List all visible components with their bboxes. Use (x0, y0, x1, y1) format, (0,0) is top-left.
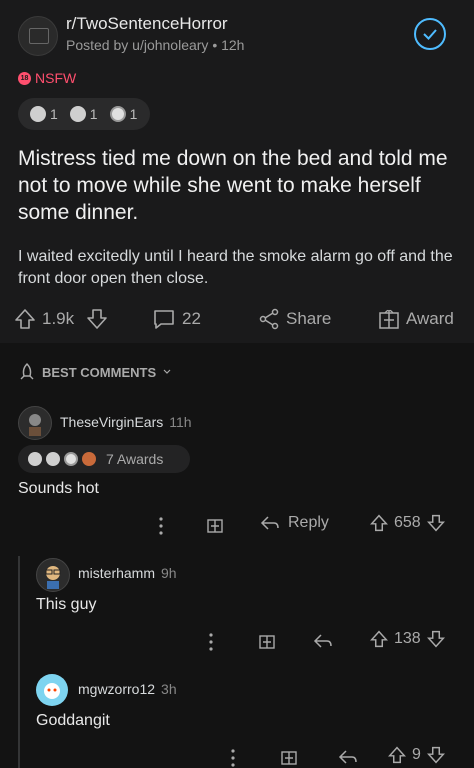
share-icon (258, 308, 280, 330)
comment-username[interactable]: TheseVirginEars (60, 414, 163, 430)
comment-username[interactable]: mgwzorro12 (78, 681, 155, 697)
comment-text: This guy (36, 596, 97, 613)
comment-actions: 138 (200, 630, 460, 654)
reply-icon[interactable] (338, 748, 358, 766)
upvote-icon[interactable] (370, 514, 388, 532)
comment-header: misterhamm 9h (78, 565, 177, 581)
award-poop-icon (82, 452, 96, 466)
upvote-icon[interactable] (388, 746, 406, 764)
comment-awards[interactable]: 7 Awards (18, 445, 190, 473)
award-count: 1 (129, 106, 138, 122)
gift-icon[interactable] (206, 516, 224, 534)
subreddit-avatar[interactable] (18, 16, 58, 56)
reply-icon[interactable] (313, 632, 333, 650)
comment-username[interactable]: misterhamm (78, 565, 155, 581)
more-options-icon[interactable] (208, 632, 214, 652)
award-button[interactable]: Award (378, 308, 454, 330)
comment-actions: Reply 658 (150, 514, 460, 538)
sort-label: BEST COMMENTS (42, 364, 157, 380)
more-options-icon[interactable] (230, 748, 236, 768)
comment-count: 22 (182, 309, 201, 328)
share-button[interactable]: Share (258, 308, 331, 330)
downvote-icon[interactable] (86, 308, 108, 330)
reply-icon (260, 514, 280, 532)
more-options-icon[interactable] (158, 516, 164, 536)
award-wholesome-icon (46, 452, 60, 466)
gift-icon (378, 308, 400, 330)
comment-vote-count: 9 (412, 746, 421, 763)
upvote-icon[interactable] (14, 308, 36, 330)
nsfw-tag: 18 NSFW (18, 70, 76, 86)
comment-time: 11h (169, 414, 192, 430)
comment-header: mgwzorro12 3h (78, 681, 177, 697)
downvote-icon[interactable] (426, 514, 445, 532)
gift-icon[interactable] (280, 748, 298, 766)
nsfw-badge: 18 (18, 71, 31, 85)
comment-icon (152, 308, 176, 330)
award-label: Award (406, 309, 454, 328)
comment-text: Goddangit (36, 712, 110, 729)
award-wholesome-icon (69, 106, 86, 122)
award-s-icon (109, 106, 126, 122)
rocket-icon (18, 363, 36, 381)
chevron-down-icon (162, 367, 172, 377)
post-title: Mistress tied me down on the bed and tol… (18, 147, 448, 224)
avatar[interactable] (18, 406, 52, 440)
award-count: 1 (89, 106, 98, 122)
avatar[interactable] (36, 674, 68, 706)
posted-by[interactable]: Posted by u/johnoleary • 12h (66, 37, 244, 53)
comment-vote-group: 658 (370, 514, 445, 532)
post-body: I waited excitedly until I heard the smo… (18, 248, 453, 287)
upvote-count: 1.9k (42, 309, 75, 328)
comment-actions: 9 (220, 746, 464, 768)
post-awards[interactable]: 1 1 1 (18, 98, 150, 130)
award-silver-icon (28, 452, 42, 466)
reply-label: Reply (288, 514, 329, 531)
sort-dropdown[interactable]: BEST COMMENTS (18, 363, 172, 381)
award-silver-icon (30, 106, 46, 122)
award-count: 1 (50, 106, 58, 122)
nsfw-label: NSFW (35, 70, 77, 86)
avatar[interactable] (36, 558, 70, 592)
downvote-icon[interactable] (426, 746, 445, 764)
comment-vote-count: 658 (394, 514, 421, 531)
comment-header: TheseVirginEars 11h (60, 414, 192, 430)
comments-button[interactable]: 22 (152, 308, 201, 330)
comment-vote-count: 138 (394, 630, 421, 647)
check-icon[interactable] (414, 18, 446, 50)
comment-vote-group: 138 (370, 630, 445, 648)
comment-text: Sounds hot (18, 480, 99, 497)
comment-time: 3h (161, 681, 177, 697)
awards-count-label: 7 Awards (106, 451, 164, 467)
share-label: Share (286, 309, 332, 328)
comment-time: 9h (161, 565, 177, 581)
post-actions: 1.9k 22 Share Award (0, 300, 474, 340)
downvote-icon[interactable] (426, 630, 445, 648)
award-s-icon (64, 452, 78, 466)
upvote-icon[interactable] (370, 630, 388, 648)
comment-vote-group: 9 (388, 746, 445, 764)
gift-icon[interactable] (258, 632, 276, 650)
reply-button[interactable]: Reply (260, 514, 329, 532)
subreddit-name[interactable]: r/TwoSentenceHorror (66, 14, 228, 34)
vote-group: 1.9k (14, 308, 108, 330)
thread-line[interactable] (18, 556, 20, 768)
